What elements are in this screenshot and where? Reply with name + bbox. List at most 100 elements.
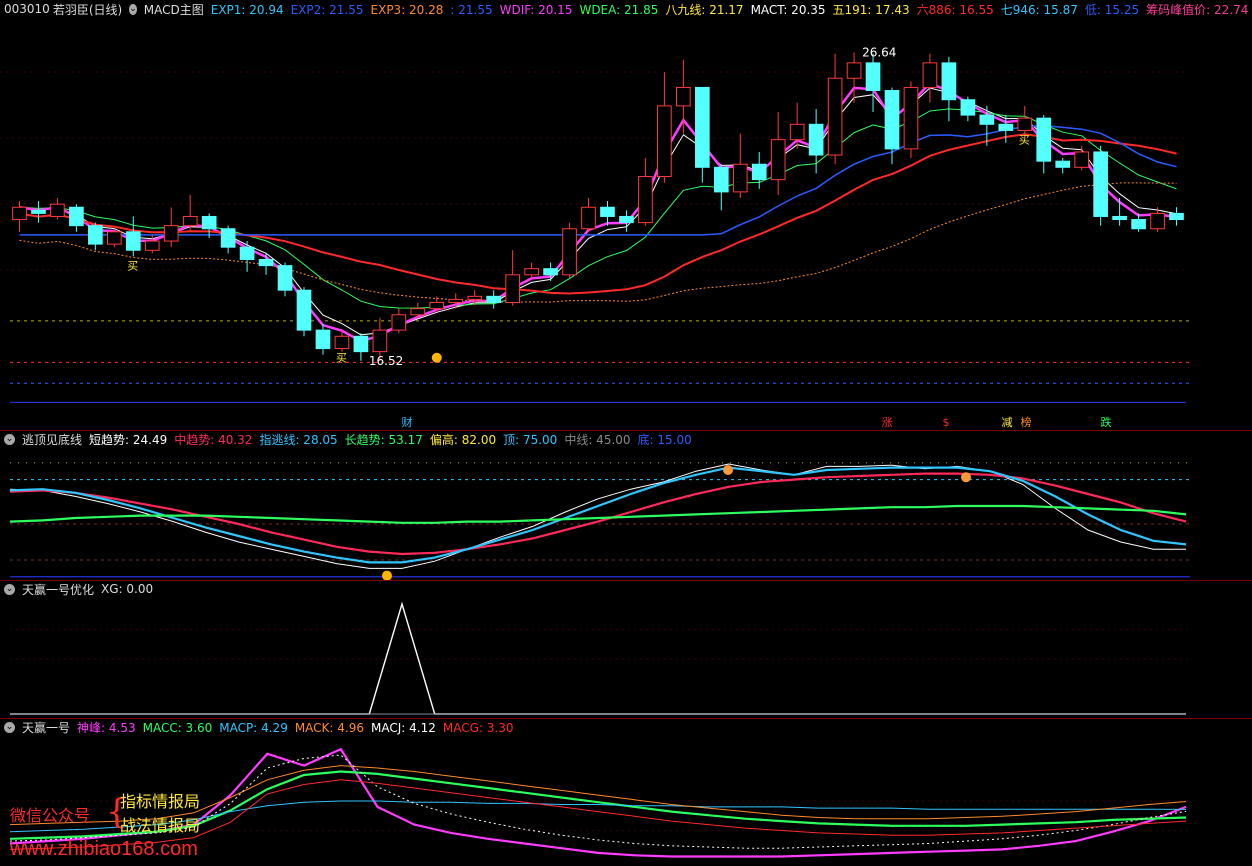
candle-body-38 [732,163,748,193]
panel3-header: ⌄ 天赢一号优化 XG: 0.00 [0,580,1252,598]
candle-body-26 [505,274,520,303]
panel4-title[interactable]: 天赢一号 [22,719,70,736]
main-readout-7: MACT: 20.35 [750,2,826,17]
main-chart-header: 003010 若羽臣 (日线) ⌄ MACD主图 EXP1: 20.94 EXP2… [0,0,1252,18]
stock-name: 若羽臣 [52,2,89,17]
tianying-optimized-panel[interactable]: ⌄ 天赢一号优化 XG: 0.00 [0,580,1252,718]
candle-body-17 [334,335,350,350]
candle-body-33 [638,176,653,224]
low-price-label: 16.52 [369,354,403,368]
candle-body-27 [524,268,539,276]
bottom-signal-dot [431,352,442,363]
p2-bottom-signal [382,570,392,580]
candle-body-10 [201,215,217,230]
panel4-header: ⌄ 天赢一号 神峰: 4.53 MACC: 3.60 MACP: 4.29 MACK:… [0,718,1252,736]
candle-body-31 [600,206,615,217]
candle-body-23 [448,298,464,303]
candle-body-9 [182,215,198,227]
event-label-1: 涨 [882,416,893,429]
candle-body-13 [258,258,274,267]
buy-marker-1: 买 [336,352,347,365]
panel4-readout-1: MACC: 3.60 [142,720,213,735]
candle-body-48 [922,62,938,88]
panel4-readout-0: 神峰: 4.53 [77,720,136,735]
main-ma-line-2 [19,81,1177,343]
candle-body-34 [657,105,672,178]
panel2-readout-2: 指逃线: 28.05 [259,432,338,447]
candle-body-59 [1131,219,1146,230]
escape-top-bottom-chart[interactable] [0,448,1252,580]
candle-body-14 [277,265,293,291]
main-readout-0: EXP1: 20.94 [210,2,284,17]
panel4-readout-5: MACG: 3.30 [442,720,514,735]
candle-body-56 [1074,151,1090,168]
panel2-readout-3: 长趋势: 53.17 [344,432,423,447]
panel4-readout-3: MACK: 4.96 [294,720,365,735]
candle-body-19 [372,329,388,353]
candlestick-chart[interactable]: 26.6416.52买买买财涨 $ 减榜跌 [0,18,1252,430]
panel2-toggle-icon[interactable]: ⌄ [4,433,15,445]
panel4-toggle-icon[interactable]: ⌄ [4,721,15,733]
candle-body-58 [1112,215,1127,221]
candle-body-52 [998,123,1014,131]
panel2-readouts: 短趋势: 24.49 中趋势: 40.32 指逃线: 28.05 长趋势: 53.17… [89,431,699,448]
candle-body-35 [676,86,691,107]
candle-body-2 [50,203,65,217]
candle-body-40 [770,139,786,181]
p2-top-signal-2 [961,472,971,483]
candle-body-11 [220,228,236,248]
p2-svg-series-3 [9,504,1187,524]
panel3-title[interactable]: 天赢一号优化 [22,581,94,598]
main-readout-11: 低: 15.25 [1084,2,1140,17]
panel2-readout-1: 中趋势: 40.32 [174,432,253,447]
event-label-5: 跌 [1101,415,1112,429]
candle-body-47 [903,86,919,150]
main-chart-panel[interactable]: 003010 若羽臣 (日线) ⌄ MACD主图 EXP1: 20.94 EXP2… [0,0,1252,430]
main-readout-8: 五191: 17.43 [832,2,910,17]
watermark-site: www.zhibiao168.com [10,838,198,860]
panel3-readouts: XG: 0.00 [101,582,160,596]
panel3-toggle-icon[interactable]: ⌄ [4,583,15,595]
candle-body-50 [960,99,976,116]
panel2-readout-5: 顶: 75.00 [503,432,558,447]
candle-body-55 [1055,160,1071,168]
candle-body-54 [1036,117,1052,162]
candle-body-16 [315,329,331,350]
panel2-readout-4: 偏高: 82.00 [429,432,497,447]
candle-body-20 [391,314,407,331]
candle-body-37 [713,166,729,193]
candle-body-43 [827,77,843,156]
main-readout-5: WDEA: 21.85 [579,2,659,17]
panel3-readout-0: XG: 0.00 [101,582,154,596]
main-ma-line-4 [19,182,1177,303]
candle-body-24 [467,295,483,300]
main-readouts: EXP1: 20.94 EXP2: 21.55 EXP3: 20.28: 21.55… [211,1,1252,18]
candle-body-51 [979,114,995,125]
indicator-toggle-icon[interactable]: ⌄ [129,3,137,15]
candle-body-15 [296,289,312,331]
event-label-0: 财 [402,415,413,429]
candle-body-44 [846,62,862,79]
buy-marker-0: 买 [127,259,138,272]
panel2-title[interactable]: 逃顶见底线 [22,431,82,448]
watermark-name-1: 指标情报局 [120,792,201,811]
event-label-3: 减 [1002,416,1013,429]
candle-body-7 [144,240,160,251]
escape-top-bottom-panel[interactable]: ⌄ 逃顶见底线 短趋势: 24.49 中趋势: 40.32 指逃线: 28.05 长趋… [0,430,1252,580]
candle-body-53 [1017,117,1033,131]
panel2-header: ⌄ 逃顶见底线 短趋势: 24.49 中趋势: 40.32 指逃线: 28.05 长趋… [0,430,1252,448]
panel2-readout-0: 短趋势: 24.49 [89,432,168,447]
main-readout-12: 筹码峰值价: 22.74 [1146,2,1249,17]
main-readout-2: EXP3: 20.28 [370,2,444,17]
candle-body-61 [1169,212,1184,221]
indicator-name[interactable]: MACD主图 [144,1,204,18]
candle-body-57 [1093,151,1108,217]
candle-body-0 [12,206,27,221]
panel4-readouts: 神峰: 4.53 MACC: 3.60 MACP: 4.29 MACK: 4.96 MA… [77,719,520,736]
candle-body-29 [562,228,577,276]
candle-body-39 [751,163,767,181]
candle-body-32 [619,215,634,224]
tianying-optimized-chart[interactable] [0,598,1252,718]
candle-body-36 [694,86,710,168]
main-readout-6: 八九线: 21.17 [665,2,744,17]
